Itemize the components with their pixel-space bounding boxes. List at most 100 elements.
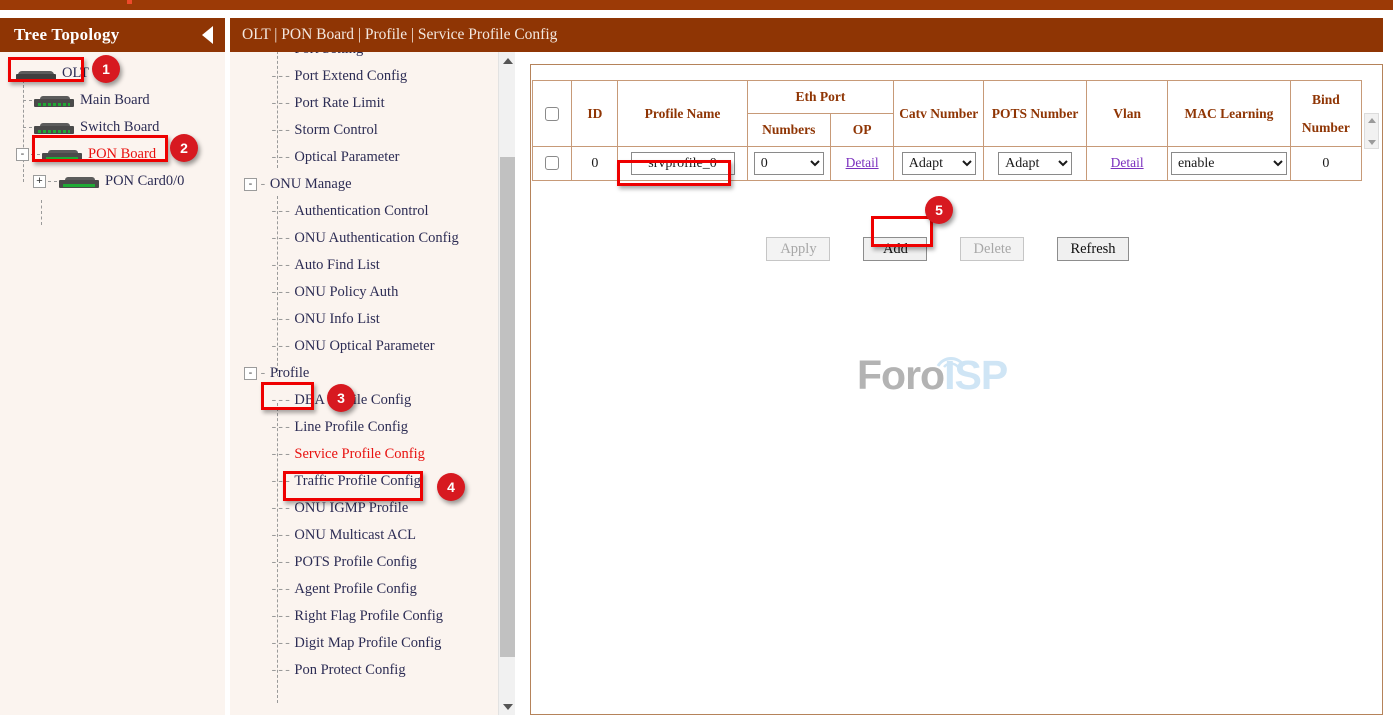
profile-name-input[interactable]	[631, 152, 735, 175]
menu-item-label: Agent Profile Config	[294, 581, 416, 598]
signal-arc-icon	[934, 349, 968, 369]
tree-node-label: PON Board	[86, 146, 156, 163]
menu-branch-dash: ---	[270, 312, 290, 327]
menu-expander-collapse-icon[interactable]: -	[244, 367, 257, 380]
tree-expander-expand-icon[interactable]: +	[33, 175, 46, 188]
menu-item-label: ONU IGMP Profile	[294, 500, 408, 517]
menu-branch-dash: ---	[270, 501, 290, 516]
mac-learning-select[interactable]: enable	[1171, 152, 1287, 175]
table-scrollbar[interactable]	[1364, 113, 1379, 149]
menu-scrollbar-thumb[interactable]	[500, 157, 515, 657]
menu-item-service-profile-config[interactable]: --- Service Profile Config	[230, 441, 515, 468]
top-gap	[0, 10, 1393, 18]
delete-button[interactable]: Delete	[960, 237, 1024, 261]
menu-item-label: Pon Protect Config	[294, 662, 405, 679]
menu-item-traffic-profile-config[interactable]: --- Traffic Profile Config	[230, 468, 515, 495]
cell-eth-numbers: 0	[747, 147, 830, 181]
menu-expander-collapse-icon[interactable]: -	[244, 178, 257, 191]
menu-group-profile[interactable]: - - Profile	[230, 360, 515, 387]
menu-branch-dash: ---	[270, 663, 290, 678]
menu-item-port-rate-limit[interactable]: --- Port Rate Limit	[230, 90, 515, 117]
scroll-down-icon[interactable]	[499, 698, 516, 715]
menu-item-label: Port Extend Config	[294, 68, 407, 85]
menu-item-label: Traffic Profile Config	[294, 473, 420, 490]
menu-item-label: Digit Map Profile Config	[294, 635, 441, 652]
scroll-up-icon[interactable]	[499, 52, 516, 69]
menu-item-digit-map-profile-config[interactable]: --- Digit Map Profile Config	[230, 630, 515, 657]
tree-node-switch-board[interactable]: Switch Board	[0, 114, 225, 141]
menu-branch-dash: ---	[270, 339, 290, 354]
cell-mac-learning: enable	[1168, 147, 1291, 181]
menu-branch-dash: ---	[270, 285, 290, 300]
menu-item-onu-igmp-profile[interactable]: --- ONU IGMP Profile	[230, 495, 515, 522]
menu-item-onu-authentication-config[interactable]: --- ONU Authentication Config	[230, 225, 515, 252]
menu-item-onu-policy-auth[interactable]: --- ONU Policy Auth	[230, 279, 515, 306]
menu-branch-dash: ---	[270, 636, 290, 651]
menu-branch-dash: ---	[270, 447, 290, 462]
menu-item-onu-info-list[interactable]: --- ONU Info List	[230, 306, 515, 333]
add-button[interactable]: Add	[863, 237, 927, 261]
select-all-checkbox[interactable]	[545, 107, 559, 121]
menu-item-port-extend-config[interactable]: --- Port Extend Config	[230, 63, 515, 90]
menu-item-storm-control[interactable]: --- Storm Control	[230, 117, 515, 144]
cell-eth-op: Detail	[830, 147, 894, 181]
table-header-row-1: ID Profile Name Eth Port Catv Number POT…	[533, 81, 1362, 114]
menu-item-authentication-control[interactable]: --- Authentication Control	[230, 198, 515, 225]
pots-number-select[interactable]: Adapt	[998, 152, 1072, 175]
menu-branch-dash: ---	[270, 52, 290, 57]
menu-item-right-flag-profile-config[interactable]: --- Right Flag Profile Config	[230, 603, 515, 630]
tree-node-pon-board[interactable]: - PON Board	[0, 141, 225, 168]
menu-item-port-setting[interactable]: --- Port Setting	[230, 52, 515, 63]
menu-item-onu-optical-parameter[interactable]: --- ONU Optical Parameter	[230, 333, 515, 360]
refresh-button[interactable]: Refresh	[1057, 237, 1128, 261]
header-select-all-cell	[533, 81, 572, 147]
menu-branch-dash: ---	[270, 258, 290, 273]
menu-scrollbar[interactable]	[498, 52, 515, 715]
eth-numbers-select[interactable]: 0	[754, 152, 824, 175]
menu-item-pots-profile-config[interactable]: --- POTS Profile Config	[230, 549, 515, 576]
collapse-panel-icon[interactable]	[202, 26, 213, 44]
vlan-detail-link[interactable]: Detail	[1111, 155, 1144, 170]
header-eth-op: OP	[830, 114, 894, 147]
action-button-row: Apply Add Delete Refresh	[531, 237, 1364, 261]
cell-vlan: Detail	[1087, 147, 1168, 181]
menu-item-auto-find-list[interactable]: --- Auto Find List	[230, 252, 515, 279]
menu-item-label: DBA Profile Config	[294, 392, 411, 409]
tree-node-label: PON Card0/0	[103, 173, 184, 190]
menu-item-label: ONU Multicast ACL	[294, 527, 416, 544]
header-bind-number-line2: Number	[1291, 120, 1361, 136]
row-checkbox[interactable]	[545, 156, 559, 170]
navigation-menu: --- Port Setting --- Port Extend Config …	[230, 52, 515, 715]
navigation-menu-list: --- Port Setting --- Port Extend Config …	[230, 52, 515, 684]
menu-item-line-profile-config[interactable]: --- Line Profile Config	[230, 414, 515, 441]
header-profile-name: Profile Name	[618, 81, 747, 147]
table-scroll-up-icon[interactable]	[1365, 114, 1378, 126]
menu-branch-dash: ---	[270, 231, 290, 246]
eth-port-detail-link[interactable]: Detail	[846, 155, 879, 170]
tree-topology-title: Tree Topology	[14, 25, 119, 45]
menu-item-onu-multicast-acl[interactable]: --- ONU Multicast ACL	[230, 522, 515, 549]
menu-item-optical-parameter[interactable]: --- Optical Parameter	[230, 144, 515, 171]
menu-branch-dash: ---	[270, 555, 290, 570]
apply-button[interactable]: Apply	[766, 237, 830, 261]
table-scroll-down-icon[interactable]	[1365, 136, 1378, 148]
menu-item-pon-protect-config[interactable]: --- Pon Protect Config	[230, 657, 515, 684]
menu-group-onu-manage[interactable]: - - ONU Manage	[230, 171, 515, 198]
catv-number-select[interactable]: Adapt	[902, 152, 976, 175]
tree-branch-line	[23, 127, 32, 128]
menu-item-dba-profile-config[interactable]: --- DBA Profile Config	[230, 387, 515, 414]
header-eth-numbers: Numbers	[747, 114, 830, 147]
tree-topology-body: OLT Main Board Switch Board -	[0, 52, 225, 715]
menu-item-agent-profile-config[interactable]: --- Agent Profile Config	[230, 576, 515, 603]
top-strip	[0, 0, 1393, 10]
menu-branch-dash: ---	[270, 69, 290, 84]
board-device-icon	[40, 148, 84, 161]
tree-node-olt[interactable]: OLT	[0, 60, 225, 87]
menu-branch-dash: ---	[270, 474, 290, 489]
tree-node-main-board[interactable]: Main Board	[0, 87, 225, 114]
board-device-icon	[32, 121, 76, 134]
tree-node-pon-card[interactable]: + PON Card0/0	[0, 168, 225, 195]
cell-bind-number: 0	[1290, 147, 1361, 181]
menu-branch-dash: ---	[270, 150, 290, 165]
tree-expander-collapse-icon[interactable]: -	[16, 148, 29, 161]
